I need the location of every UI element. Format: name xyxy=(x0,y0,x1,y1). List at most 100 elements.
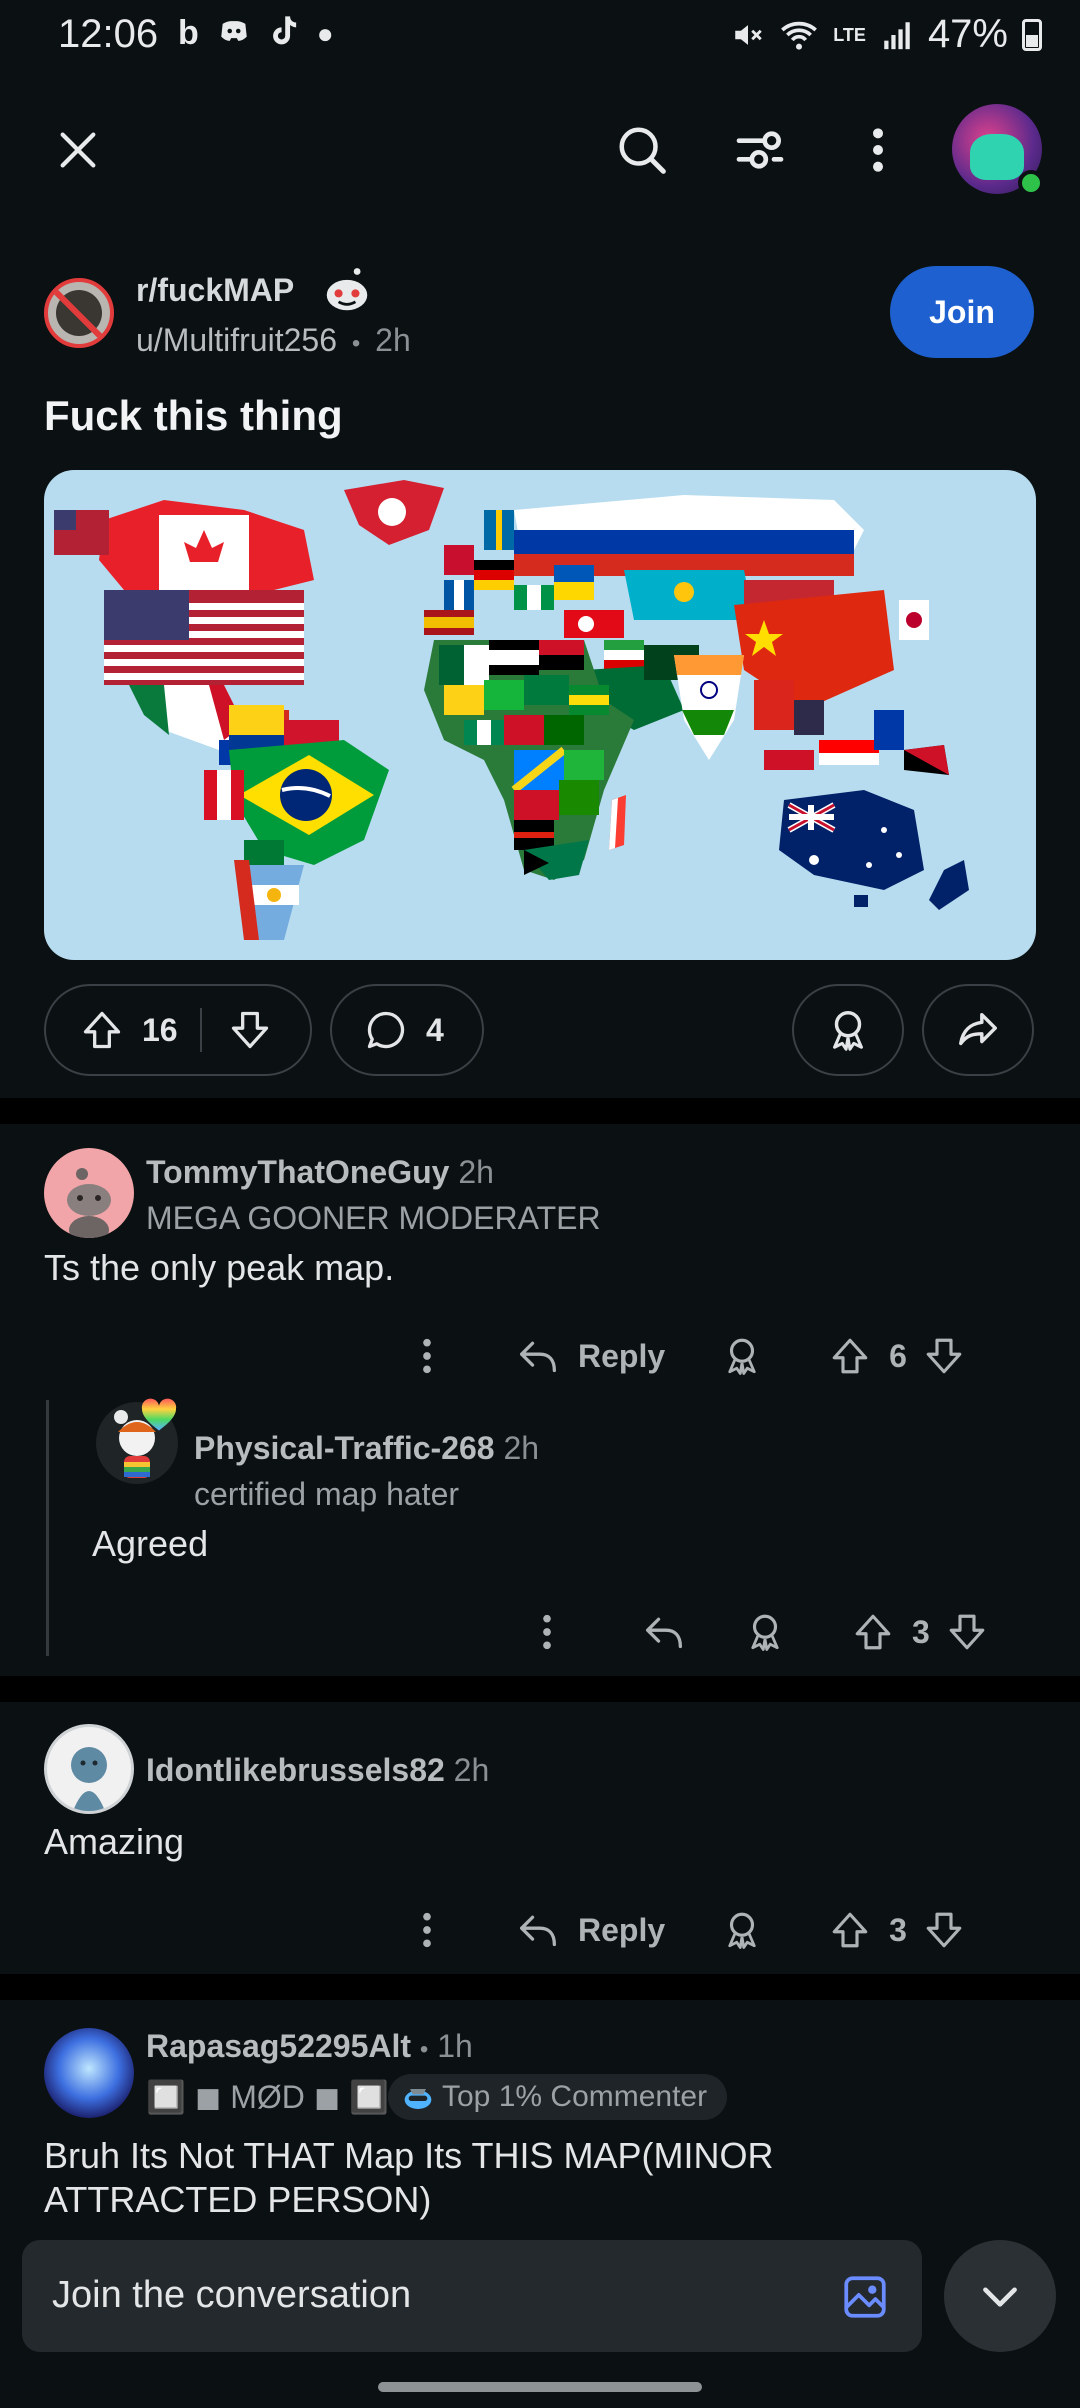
badge-label: Top 1% Commenter xyxy=(442,2080,708,2113)
reply-label[interactable]: Reply xyxy=(578,1338,665,1375)
downvote-button[interactable] xyxy=(923,1909,965,1951)
next-comment-button[interactable] xyxy=(944,2240,1056,2352)
more-vertical-icon xyxy=(873,128,883,172)
upvote-button[interactable] xyxy=(80,1008,124,1052)
post-image-world-flag-map[interactable] xyxy=(44,470,1036,960)
image-icon[interactable] xyxy=(840,2272,890,2322)
join-button[interactable]: Join xyxy=(890,266,1034,358)
status-bar: 12:06 b ● LTE 47% xyxy=(0,0,1080,70)
comments-button[interactable]: 4 xyxy=(330,984,484,1076)
more-options-button[interactable] xyxy=(838,110,918,190)
world-map-graphic xyxy=(54,480,969,940)
comment-composer[interactable]: Join the conversation xyxy=(22,2240,922,2352)
downvote-button[interactable] xyxy=(946,1611,988,1653)
snoo-avatar-graphic xyxy=(67,1168,111,1238)
comment-author[interactable]: Rapasag52295Alt • 1h xyxy=(146,2028,473,2065)
comment-actions: 3 xyxy=(540,1602,1040,1662)
downvote-icon xyxy=(949,1614,985,1650)
upvote-button[interactable] xyxy=(829,1335,871,1377)
upvote-icon xyxy=(83,1011,121,1049)
system-icons: LTE 47% xyxy=(731,12,1042,57)
tiktok-icon xyxy=(269,14,299,57)
author-name[interactable]: Physical-Traffic-268 xyxy=(194,1430,495,1466)
comment-body: Bruh Its Not THAT Map Its THIS MAP(MINOR… xyxy=(44,2135,774,2220)
subreddit-name[interactable]: r/fuckMAP xyxy=(136,272,294,309)
comment-more-button[interactable] xyxy=(540,1612,580,1652)
comment-score: 3 xyxy=(912,1613,930,1650)
comment-actions: Reply 6 xyxy=(420,1326,1040,1386)
online-status-dot xyxy=(1018,170,1044,196)
upvote-button[interactable] xyxy=(852,1611,894,1653)
downvote-icon xyxy=(926,1912,962,1948)
reply-icon xyxy=(520,1341,556,1373)
vote-divider xyxy=(199,1008,202,1052)
close-icon xyxy=(60,132,96,168)
small-dot-icon xyxy=(114,1410,128,1424)
close-button[interactable] xyxy=(38,110,118,190)
upvote-button[interactable] xyxy=(829,1909,871,1951)
author-name[interactable]: u/Multifruit256 xyxy=(136,322,337,358)
top-commenter-icon xyxy=(404,2089,432,2109)
discord-icon xyxy=(217,14,251,57)
comment-author[interactable]: TommyThatOneGuy 2h xyxy=(146,1154,494,1191)
author-name[interactable]: TommyThatOneGuy xyxy=(146,1154,449,1190)
signal-icon xyxy=(884,21,910,49)
comment-more-button[interactable] xyxy=(420,1336,470,1376)
home-indicator[interactable] xyxy=(378,2382,702,2392)
user-flair: 🔲 ◼ MØD ◼ 🔲 xyxy=(146,2079,390,2115)
award-button[interactable] xyxy=(792,984,904,1076)
share-icon xyxy=(959,1012,997,1046)
section-divider xyxy=(0,1974,1080,2000)
user-flair: MEGA GOONER MODERATER xyxy=(146,1200,601,1236)
award-button[interactable] xyxy=(744,1611,786,1653)
dot-icon: ● xyxy=(316,18,334,49)
upvote-count: 16 xyxy=(142,1011,178,1048)
reply-icon xyxy=(520,1915,556,1947)
wifi-icon xyxy=(781,21,818,50)
reply-button[interactable] xyxy=(642,1612,686,1652)
comment-score: 3 xyxy=(889,1911,907,1948)
post-author[interactable]: u/Multifruit256 • 2h xyxy=(136,322,411,359)
section-divider xyxy=(0,1098,1080,1124)
subreddit-avatar[interactable] xyxy=(44,278,114,348)
reply-label[interactable]: Reply xyxy=(578,1912,665,1949)
comment-author[interactable]: Idontlikebrussels82 2h xyxy=(146,1752,489,1789)
downvote-button[interactable] xyxy=(923,1335,965,1377)
comment-body: Amazing xyxy=(44,1821,185,1862)
comment-more-button[interactable] xyxy=(420,1910,470,1950)
comment-author[interactable]: Physical-Traffic-268 2h xyxy=(194,1430,539,1467)
mod-snoo-icon xyxy=(326,268,368,311)
comment-count: 4 xyxy=(426,1011,444,1048)
network-label: LTE xyxy=(833,24,866,45)
award-button[interactable] xyxy=(721,1909,763,1951)
comment-avatar[interactable] xyxy=(44,1724,134,1814)
meta-separator: • xyxy=(419,2036,429,2063)
author-name[interactable]: Rapasag52295Alt xyxy=(146,2028,411,2064)
downvote-button[interactable] xyxy=(228,1008,272,1052)
award-icon xyxy=(751,1614,779,1651)
comment-avatar[interactable] xyxy=(44,2028,134,2118)
top-commenter-badge[interactable]: Top 1% Commenter xyxy=(388,2074,728,2120)
reply-button[interactable]: Reply xyxy=(516,1336,665,1376)
reply-button[interactable]: Reply xyxy=(516,1910,665,1950)
comment-avatar[interactable] xyxy=(44,1148,134,1238)
status-time: 12:06 xyxy=(58,12,159,56)
vote-bar: 16 xyxy=(44,984,312,1076)
comment-time: 2h xyxy=(458,1154,494,1190)
composer-placeholder[interactable]: Join the conversation xyxy=(52,2274,411,2317)
thread-line[interactable] xyxy=(46,1400,49,1656)
section-divider xyxy=(0,1676,1080,1702)
chevron-down-icon xyxy=(983,2287,1017,2307)
comment-time: 2h xyxy=(453,1752,490,1788)
author-name[interactable]: Idontlikebrussels82 xyxy=(146,1752,445,1788)
comment-body: Ts the only peak map. xyxy=(44,1247,395,1288)
mute-icon xyxy=(735,24,763,45)
filter-button[interactable] xyxy=(720,110,800,190)
award-icon xyxy=(728,1912,756,1949)
downvote-icon xyxy=(231,1011,268,1049)
comment-time: 1h xyxy=(437,2028,473,2064)
app-b-icon: b xyxy=(178,14,199,52)
search-button[interactable] xyxy=(602,110,682,190)
share-button[interactable] xyxy=(922,984,1034,1076)
award-button[interactable] xyxy=(721,1335,763,1377)
